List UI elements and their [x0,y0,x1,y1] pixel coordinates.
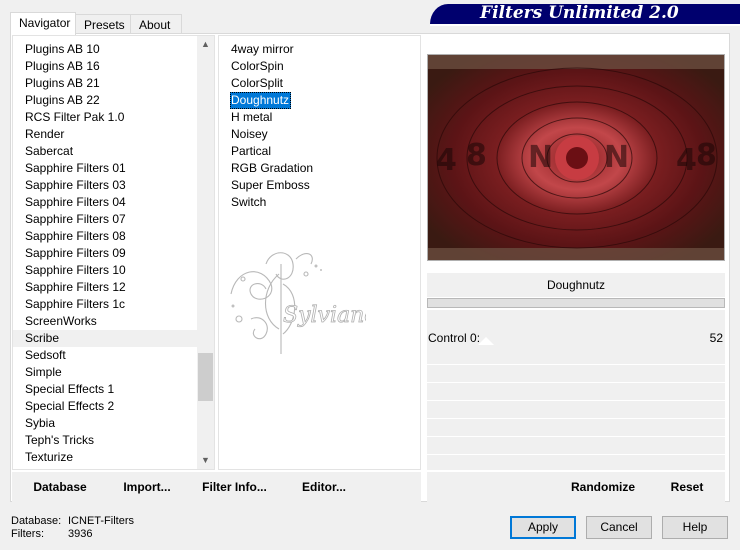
filter-row: Partical [219,143,420,160]
svg-text:N: N [604,140,629,175]
filter-list[interactable]: 4way mirror ColorSpin ColorSplit Doughnutz H… [218,35,421,470]
control-header-bar [427,298,725,308]
scroll-down-icon[interactable]: ▼ [197,452,214,469]
category-item[interactable]: Plugins AB 16 [13,58,214,75]
category-item[interactable]: Teph's Tricks [13,432,214,449]
divider [427,364,725,365]
category-item[interactable]: Plugins AB 22 [13,92,214,109]
category-item[interactable]: Sapphire Filters 04 [13,194,214,211]
randomize-button[interactable]: Randomize [563,472,643,502]
watermark-logo: Sylviane [230,252,366,354]
control-0-label: Control 0: [428,331,481,345]
scroll-thumb[interactable] [198,353,213,401]
tab-about[interactable]: About [130,14,182,34]
filter-row: 4way mirror [219,41,420,58]
filter-item[interactable]: ColorSpin [219,58,420,75]
svg-text:8: 8 [466,138,487,173]
category-item[interactable]: Special Effects 2 [13,398,214,415]
filter-row: ColorSplit [219,75,420,92]
category-item[interactable]: Sapphire Filters 10 [13,262,214,279]
category-item[interactable]: Plugins AB 10 [13,41,214,58]
category-item[interactable]: Sapphire Filters 12 [13,279,214,296]
category-item[interactable]: Special Effects 1 [13,381,214,398]
category-list[interactable]: Plugins AB 10 Plugins AB 16 Plugins AB 21 P… [12,35,215,470]
left-button-row: Database Import... Filter Info... Editor… [12,472,421,502]
cancel-button[interactable]: Cancel [586,516,652,539]
filter-info-button[interactable]: Filter Info... [197,472,272,502]
svg-text:8: 8 [696,138,717,173]
svg-text:4: 4 [676,143,697,178]
category-item[interactable]: RCS Filter Pak 1.0 [13,109,214,126]
database-button[interactable]: Database [26,472,94,502]
apply-button[interactable]: Apply [510,516,576,539]
divider [427,382,725,383]
filter-row: Switch [219,194,420,211]
svg-text:N: N [528,140,553,175]
category-item[interactable]: Sapphire Filters 09 [13,245,214,262]
category-item[interactable]: Render [13,126,214,143]
filter-row: ColorSpin [219,58,420,75]
app-title: Filters Unlimited 2.0 [480,3,679,23]
filter-item[interactable]: Noisey [219,126,420,143]
control-0-slider[interactable] [478,337,494,345]
filter-row: Super Emboss [219,177,420,194]
filter-row: H metal [219,109,420,126]
doughnutz-preview-icon: 48 48 NN [428,55,724,260]
filter-item[interactable]: ColorSplit [219,75,420,92]
category-item[interactable]: ScreenWorks [13,313,214,330]
category-item[interactable]: Texturize [13,449,214,466]
tab-navigator[interactable]: Navigator [10,12,76,35]
watermark-text: Sylviane [283,303,366,328]
preview-image: 48 48 NN [427,54,725,261]
import-button[interactable]: Import... [117,472,177,502]
category-item[interactable]: Sapphire Filters 08 [13,228,214,245]
divider [427,454,725,455]
help-button[interactable]: Help [662,516,728,539]
category-item[interactable]: Sybia [13,415,214,432]
filter-name-label: Doughnutz [427,273,725,297]
navigator-panel: Plugins AB 10 Plugins AB 16 Plugins AB 21 P… [10,33,730,502]
divider [427,400,725,401]
filter-item[interactable]: H metal [219,109,420,126]
filter-item[interactable]: Doughnutz [230,92,292,109]
filters-count-label: Filters: [11,528,44,540]
filter-item[interactable]: Switch [219,194,420,211]
category-item[interactable]: Sedsoft [13,347,214,364]
category-scrollbar[interactable]: ▲ ▼ [197,36,214,469]
filters-count-value: 3936 [68,528,93,540]
filter-item[interactable]: 4way mirror [219,41,420,58]
filter-row: Doughnutz [219,92,420,109]
svg-text:4: 4 [436,143,457,178]
divider [427,436,725,437]
category-item[interactable]: Sabercat [13,143,214,160]
category-item[interactable]: Simple [13,364,214,381]
scroll-up-icon[interactable]: ▲ [197,36,214,53]
category-item[interactable]: Scribe [13,330,214,347]
filter-item[interactable]: Partical [219,143,420,160]
editor-button[interactable]: Editor... [294,472,354,502]
filter-row: RGB Gradation [219,160,420,177]
right-button-row: Randomize Reset [427,472,725,502]
divider [427,418,725,419]
tab-presets[interactable]: Presets [75,14,131,34]
database-value: ICNET-Filters [68,515,134,527]
category-item[interactable]: Sapphire Filters 03 [13,177,214,194]
database-label: Database: [11,515,62,527]
category-item[interactable]: Plugins AB 21 [13,75,214,92]
control-0-value: 52 [709,331,723,345]
filter-item[interactable]: Super Emboss [219,177,420,194]
category-item[interactable]: Sapphire Filters 1c [13,296,214,313]
category-item[interactable]: Sapphire Filters 07 [13,211,214,228]
category-items: Plugins AB 10 Plugins AB 16 Plugins AB 21 P… [13,36,214,466]
filter-row: Noisey [219,126,420,143]
filter-item[interactable]: RGB Gradation [219,160,420,177]
category-item[interactable]: Sapphire Filters 01 [13,160,214,177]
reset-button[interactable]: Reset [659,472,715,502]
filter-items: 4way mirror ColorSpin ColorSplit Doughnutz H… [219,36,420,211]
